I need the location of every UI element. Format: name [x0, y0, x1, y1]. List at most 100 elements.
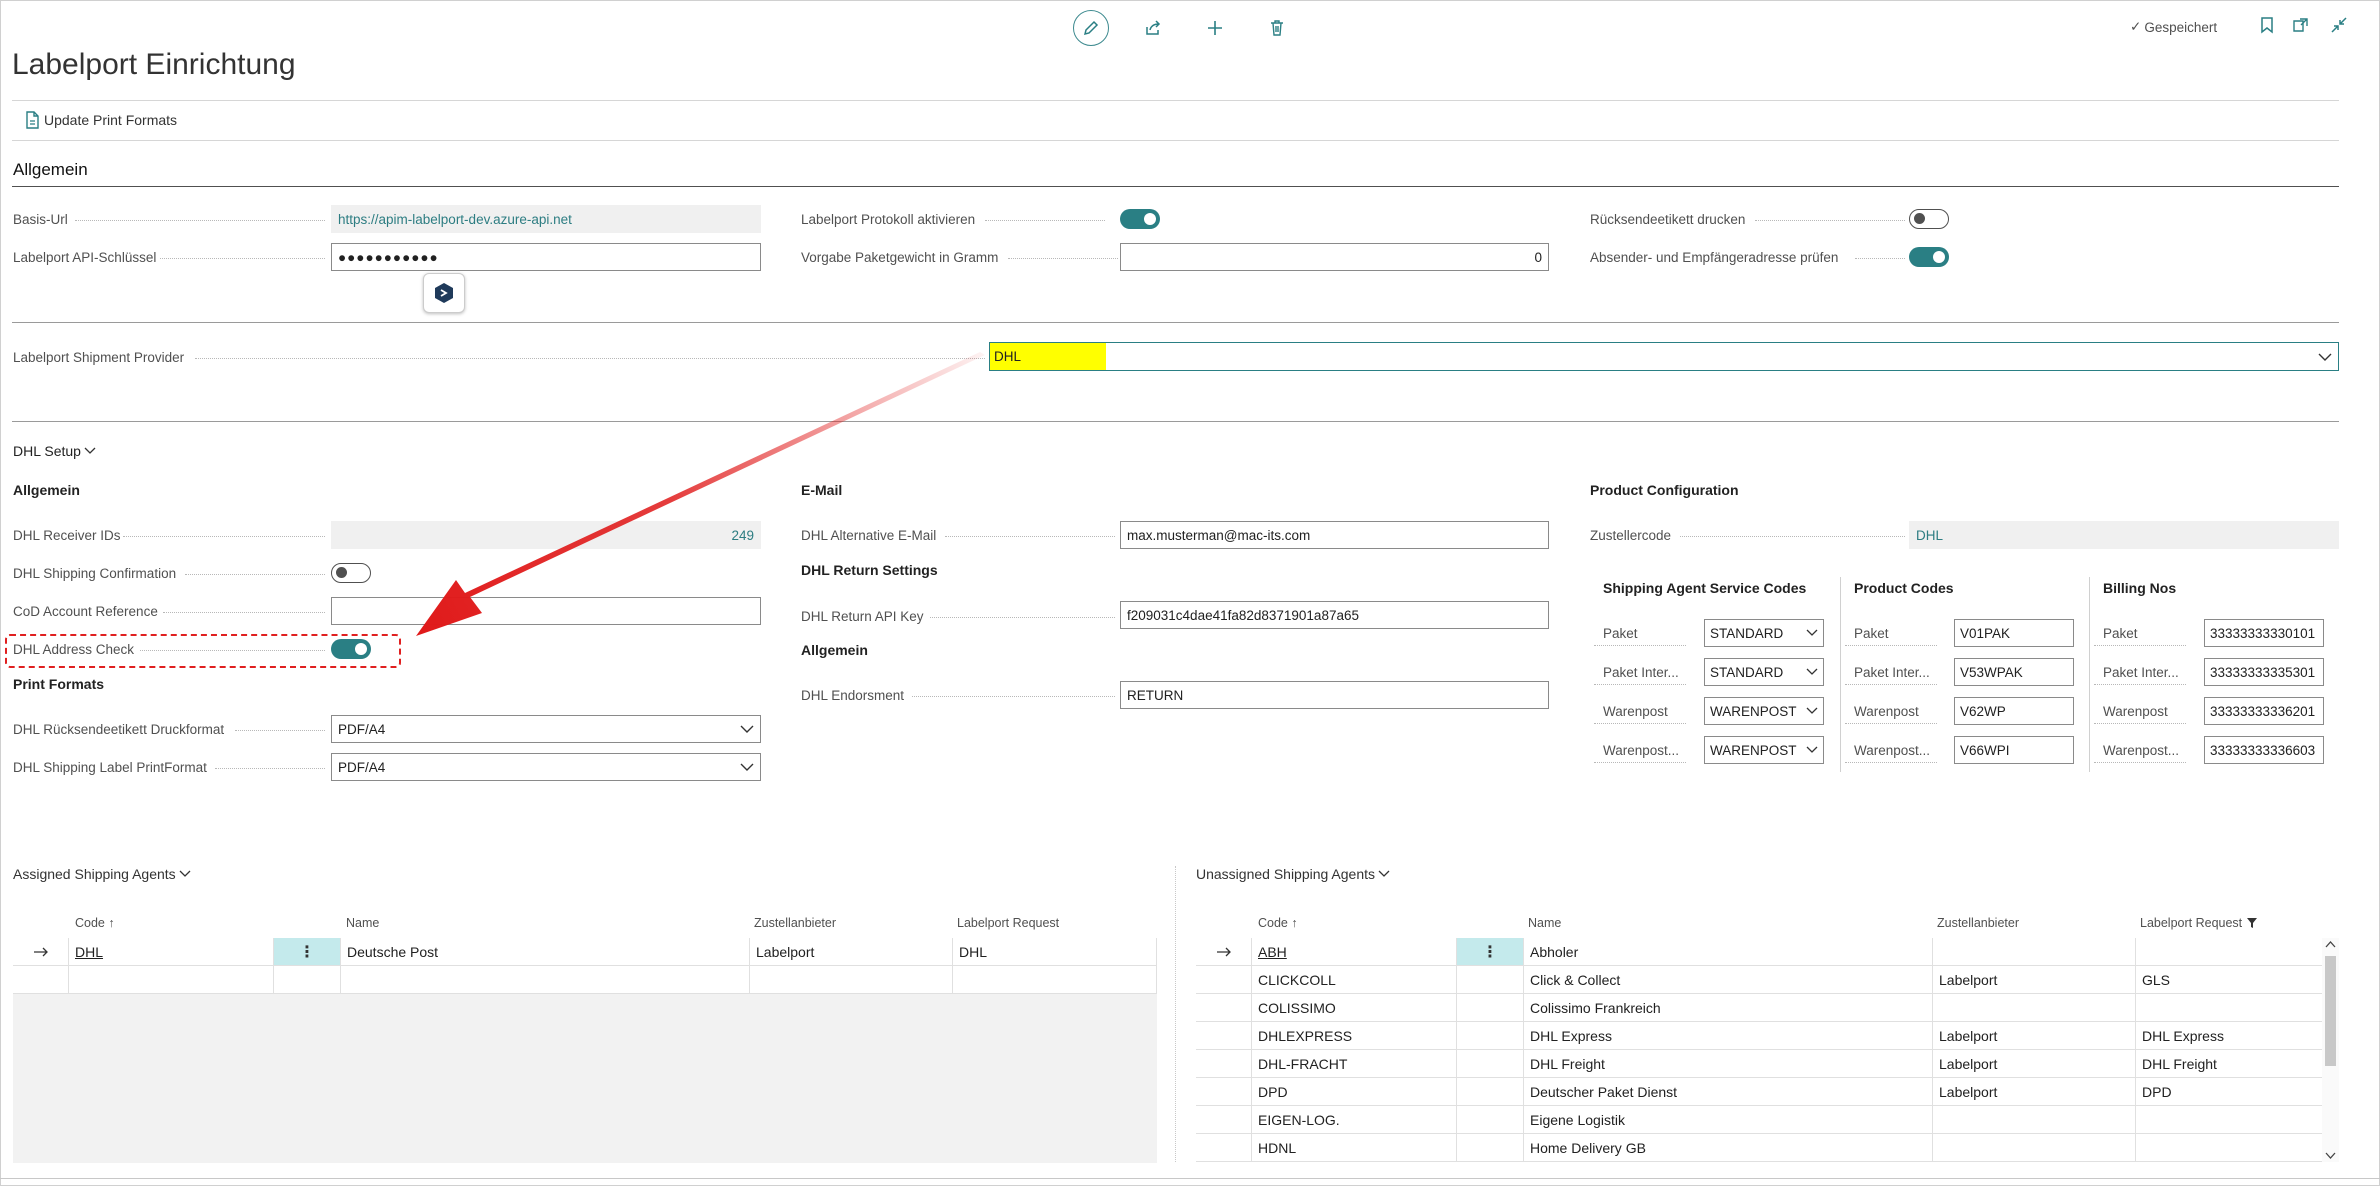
cell-request[interactable]: DHL Freight [2136, 1050, 2333, 1078]
cell-code[interactable]: COLISSIMO [1252, 994, 1457, 1022]
cell-code[interactable]: CLICKCOLL [1252, 966, 1457, 994]
row-menu-button[interactable]: ⋮ [274, 938, 341, 966]
row-selector[interactable] [1196, 1050, 1252, 1078]
more-vertical-icon: ⋮ [299, 943, 315, 961]
cell-name[interactable]: Eigene Logistik [1524, 1106, 1933, 1134]
cell-request[interactable] [2136, 994, 2333, 1022]
cell-request[interactable]: GLS [2136, 966, 2333, 994]
cell-zustellanbieter[interactable]: Labelport [1933, 1078, 2136, 1106]
scrollbar-thumb[interactable] [2325, 956, 2336, 1066]
cell-code[interactable]: HDNL [1252, 1134, 1457, 1162]
table-row[interactable]: CLICKCOLL Click & Collect Labelport GLS [1196, 966, 2333, 994]
cell-zustellanbieter-text: Labelport [1939, 1055, 1998, 1072]
row-menu-button[interactable] [1457, 1078, 1524, 1106]
cell-zustellanbieter-text: Labelport [1939, 1083, 1998, 1100]
cell-name[interactable]: Deutsche Post [341, 938, 750, 966]
table-row[interactable]: DHLEXPRESS DHL Express Labelport DHL Expres… [1196, 1022, 2333, 1050]
cell-request[interactable]: DHL Express [2136, 1022, 2333, 1050]
assigned-header-name[interactable]: Name [346, 916, 379, 930]
cell-zustellanbieter[interactable]: Labelport [1933, 966, 2136, 994]
cell-request[interactable]: DHL [953, 938, 1157, 966]
cell-name-text: Click & Collect [1530, 971, 1621, 988]
assigned-header-request[interactable]: Labelport Request [957, 916, 1059, 930]
table-row[interactable] [13, 966, 1157, 994]
arrow-right-icon [1216, 947, 1231, 956]
cell-name[interactable]: Click & Collect [1524, 966, 1933, 994]
row-menu-button[interactable]: ⋮ [1457, 938, 1524, 966]
cell-zustellanbieter[interactable] [1933, 938, 2136, 966]
row-menu-button[interactable] [1457, 1050, 1524, 1078]
cell-name[interactable]: Abholer [1524, 938, 1933, 966]
row-menu-button[interactable] [1457, 966, 1524, 994]
cell-name[interactable]: DHL Freight [1524, 1050, 1933, 1078]
scrollbar[interactable] [2322, 938, 2339, 1162]
cell-code-text: DHLEXPRESS [1258, 1027, 1353, 1044]
assigned-header-zustellanbieter[interactable]: Zustellanbieter [754, 916, 836, 930]
cell-name[interactable]: Deutscher Paket Dienst [1524, 1078, 1933, 1106]
table-row[interactable]: EIGEN-LOG. Eigene Logistik [1196, 1106, 2333, 1134]
cell-request[interactable] [953, 966, 1157, 994]
table-row[interactable]: DHL-FRACHT DHL Freight Labelport DHL Freigh… [1196, 1050, 2333, 1078]
cell-code[interactable]: DHL [69, 938, 274, 966]
cell-name-text: Deutsche Post [347, 943, 439, 960]
table-row[interactable]: ABH ⋮ Abholer [1196, 938, 2333, 966]
table-row[interactable]: DHL ⋮ Deutsche Post Labelport DHL [13, 938, 1157, 966]
unassigned-caption-label: Unassigned Shipping Agents [1196, 866, 1376, 882]
cell-zustellanbieter[interactable]: Labelport [750, 938, 953, 966]
scroll-up-icon [2325, 941, 2336, 948]
cell-zustellanbieter[interactable] [1933, 1106, 2136, 1134]
table-row[interactable]: DPD Deutscher Paket Dienst Labelport DPD [1196, 1078, 2333, 1106]
unassigned-header-request[interactable]: Labelport Request [2140, 916, 2258, 930]
cell-code[interactable]: EIGEN-LOG. [1252, 1106, 1457, 1134]
cell-request[interactable] [2136, 938, 2333, 966]
row-selector[interactable] [1196, 966, 1252, 994]
row-menu-button[interactable] [1457, 1022, 1524, 1050]
cell-code[interactable]: DHL-FRACHT [1252, 1050, 1457, 1078]
row-selector[interactable] [13, 938, 69, 966]
cell-code[interactable]: DPD [1252, 1078, 1457, 1106]
cell-code-text: DPD [1258, 1083, 1288, 1100]
cell-code[interactable] [69, 966, 274, 994]
row-selector[interactable] [1196, 994, 1252, 1022]
row-menu-button[interactable] [1457, 1106, 1524, 1134]
cell-name-text: Deutscher Paket Dienst [1530, 1083, 1678, 1100]
row-selector[interactable] [1196, 1134, 1252, 1162]
unassigned-caption[interactable]: Unassigned Shipping Agents [1196, 866, 1390, 882]
unassigned-header-code[interactable]: Code ↑ [1258, 916, 1298, 930]
cell-code-text: DHL-FRACHT [1258, 1055, 1348, 1072]
row-menu-button[interactable] [1457, 1134, 1524, 1162]
cell-request[interactable] [2136, 1134, 2333, 1162]
row-selector[interactable] [1196, 1022, 1252, 1050]
row-selector[interactable] [1196, 938, 1252, 966]
cell-zustellanbieter[interactable] [750, 966, 953, 994]
cell-zustellanbieter[interactable] [1933, 1134, 2136, 1162]
row-selector[interactable] [13, 966, 69, 994]
cell-code-text: CLICKCOLL [1258, 971, 1336, 988]
cell-zustellanbieter[interactable]: Labelport [1933, 1050, 2136, 1078]
row-menu-button[interactable] [1457, 994, 1524, 1022]
cell-name[interactable] [341, 966, 750, 994]
table-row[interactable]: HDNL Home Delivery GB [1196, 1134, 2333, 1162]
cell-code[interactable]: ABH [1252, 938, 1457, 966]
cell-request-text: DPD [2142, 1083, 2172, 1100]
assigned-header-code[interactable]: Code ↑ [75, 916, 115, 930]
cell-name[interactable]: Colissimo Frankreich [1524, 994, 1933, 1022]
assigned-caption[interactable]: Assigned Shipping Agents [13, 866, 191, 882]
unassigned-header-zustellanbieter[interactable]: Zustellanbieter [1937, 916, 2019, 930]
row-selector[interactable] [1196, 1106, 1252, 1134]
cell-code-text: DHL [75, 943, 104, 960]
cell-name-text: Eigene Logistik [1530, 1111, 1625, 1128]
unassigned-header-name[interactable]: Name [1528, 916, 1561, 930]
cell-name[interactable]: DHL Express [1524, 1022, 1933, 1050]
row-selector[interactable] [1196, 1078, 1252, 1106]
divider [0, 1178, 2380, 1179]
cell-code[interactable]: DHLEXPRESS [1252, 1022, 1457, 1050]
row-menu-button[interactable] [274, 966, 341, 994]
cell-zustellanbieter[interactable]: Labelport [1933, 1022, 2136, 1050]
cell-request[interactable]: DPD [2136, 1078, 2333, 1106]
cell-code-text: EIGEN-LOG. [1258, 1111, 1340, 1128]
table-row[interactable]: COLISSIMO Colissimo Frankreich [1196, 994, 2333, 1022]
cell-zustellanbieter[interactable] [1933, 994, 2136, 1022]
cell-name[interactable]: Home Delivery GB [1524, 1134, 1933, 1162]
cell-request[interactable] [2136, 1106, 2333, 1134]
